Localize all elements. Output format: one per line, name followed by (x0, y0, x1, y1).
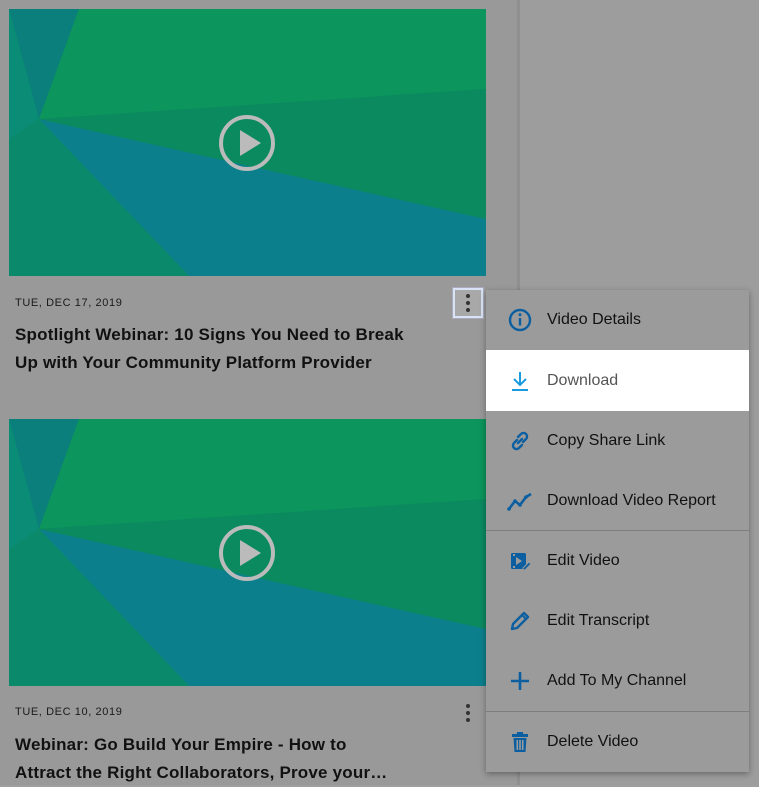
report-chart-icon (507, 488, 533, 514)
menu-item-edit-video[interactable]: Edit Video (486, 531, 749, 591)
video-date: TUE, DEC 17, 2019 (15, 297, 123, 309)
video-card: TUE, DEC 10, 2019 Webinar: Go Build Your… (9, 419, 486, 785)
video-title[interactable]: Spotlight Webinar: 10 Signs You Need to … (15, 321, 485, 377)
video-thumbnail[interactable] (9, 419, 486, 686)
play-icon[interactable] (218, 114, 276, 172)
video-title-line: Spotlight Webinar: 10 Signs You Need to … (15, 325, 404, 344)
menu-item-delete-video[interactable]: Delete Video (486, 712, 749, 772)
video-card: TUE, DEC 17, 2019 Spotlight Webinar: 10 … (9, 9, 486, 389)
pencil-icon (507, 608, 533, 634)
play-icon[interactable] (218, 524, 276, 582)
more-options-icon[interactable] (453, 698, 483, 728)
trash-icon (507, 729, 533, 755)
video-title-line: Up with Your Community Platform Provider (15, 353, 372, 372)
video-title-line: Attract the Right Collaborators, Prove y… (15, 763, 388, 782)
menu-item-label: Download Video Report (547, 492, 716, 509)
video-thumbnail[interactable] (9, 9, 486, 276)
menu-item-download-video-report[interactable]: Download Video Report (486, 471, 749, 531)
video-options-menu: Video Details Download Copy Share Link D… (486, 290, 749, 772)
menu-item-download[interactable]: Download (486, 350, 749, 411)
download-icon (507, 368, 533, 394)
menu-item-label: Edit Video (547, 552, 620, 569)
plus-icon (507, 668, 533, 694)
edit-video-icon (507, 548, 533, 574)
menu-item-label: Add To My Channel (547, 672, 687, 689)
menu-item-label: Edit Transcript (547, 612, 650, 629)
menu-item-label: Delete Video (547, 733, 639, 750)
video-title[interactable]: Webinar: Go Build Your Empire - How to A… (15, 731, 485, 787)
menu-item-copy-share-link[interactable]: Copy Share Link (486, 411, 749, 471)
menu-item-label: Download (547, 371, 619, 389)
info-icon (507, 307, 533, 333)
video-date: TUE, DEC 10, 2019 (15, 706, 123, 718)
menu-item-video-details[interactable]: Video Details (486, 290, 749, 350)
menu-item-edit-transcript[interactable]: Edit Transcript (486, 591, 749, 651)
menu-item-label: Copy Share Link (547, 432, 666, 449)
video-title-line: Webinar: Go Build Your Empire - How to (15, 735, 347, 754)
link-icon (507, 428, 533, 454)
menu-item-add-to-my-channel[interactable]: Add To My Channel (486, 651, 749, 711)
more-options-icon[interactable] (452, 287, 484, 319)
menu-item-label: Video Details (547, 311, 641, 328)
